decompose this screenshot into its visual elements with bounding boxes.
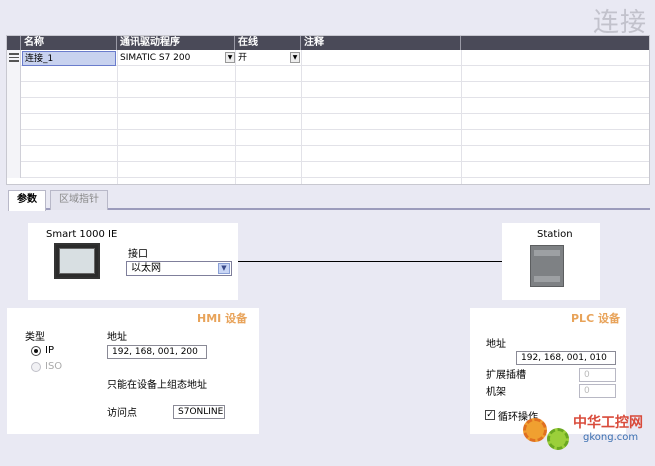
hmi-address-label: 地址 [107,332,127,343]
row-selector-icon [9,53,19,62]
type-iso-radio[interactable] [31,362,41,372]
watermark-en-text: gkong.com [583,432,639,443]
online-cell[interactable]: 开 [236,51,288,66]
header-driver[interactable]: 通讯驱动程序 [117,36,235,50]
header-online[interactable]: 在线 [235,36,301,50]
comment-cell[interactable] [302,51,460,66]
online-dropdown-icon[interactable]: ▼ [290,52,300,63]
plc-panel-title: PLC 设备 [571,312,620,325]
table-row[interactable] [7,162,649,178]
header-name[interactable]: 名称 [21,36,117,50]
header-comment[interactable]: 注释 [301,36,461,50]
type-label: 类型 [25,332,45,343]
watermark-logo: 中华工控网 gkong.com [521,408,653,460]
plc-address-field[interactable]: 192, 168, 001, 010 [516,351,616,365]
row-header[interactable] [7,50,21,66]
watermark-cn-text: 中华工控网 [573,415,643,431]
access-point-label: 访问点 [107,408,137,419]
interface-select[interactable]: 以太网 ▼ [126,261,232,276]
rack-field[interactable]: 0 [579,384,616,398]
type-ip-radio[interactable] [31,346,41,356]
rack-label: 机架 [486,387,506,398]
table-row[interactable] [7,66,649,82]
hmi-address-field[interactable]: 192, 168, 001, 200 [107,345,207,359]
hmi-device-name: Smart 1000 IE [46,229,118,240]
table-row[interactable]: 连接_1 SIMATIC S7 200 ▼ 开 ▼ [7,50,649,66]
connections-table: 名称 通讯驱动程序 在线 注释 连接_1 SIMATIC S7 200 ▼ 开 … [6,35,650,185]
hmi-address-note: 只能在设备上组态地址 [107,380,207,391]
plc-address-label: 地址 [486,339,506,350]
ext-slot-label: 扩展插槽 [486,370,526,381]
hmi-panel-icon [54,243,100,279]
plc-station-card: Station [502,223,600,300]
gear-icon [547,428,569,450]
cyclic-operation-checkbox[interactable]: ✓ [485,410,495,420]
interface-value: 以太网 [131,263,161,274]
hmi-device-card: Smart 1000 IE 接口 以太网 ▼ [28,223,238,300]
connection-line [238,261,502,262]
driver-cell[interactable]: SIMATIC S7 200 [118,51,224,66]
table-row[interactable] [7,82,649,98]
access-point-field[interactable]: S7ONLINE [173,405,225,419]
station-label: Station [537,229,573,240]
connection-name-cell[interactable]: 连接_1 [22,51,116,66]
table-row[interactable] [7,130,649,146]
hmi-settings-panel: HMI 设备 类型 IP ISO 地址 192, 168, 001, 200 只… [7,308,259,434]
tab-area-pointer[interactable]: 区域指针 [50,190,108,210]
gear-icon [523,418,547,442]
type-ip-label: IP [45,345,54,356]
table-header: 名称 通讯驱动程序 在线 注释 [7,36,649,50]
plc-icon [530,245,564,287]
hmi-panel-title: HMI 设备 [197,312,248,325]
page-title: 连接 [592,8,647,38]
chevron-down-icon[interactable]: ▼ [218,263,230,274]
table-row[interactable] [7,146,649,162]
tab-bar: 参数 区域指针 [8,190,650,211]
tab-parameters[interactable]: 参数 [8,190,46,211]
table-row[interactable] [7,98,649,114]
table-row[interactable] [7,114,649,130]
interface-label: 接口 [128,249,148,260]
ext-slot-field[interactable]: 0 [579,368,616,382]
driver-dropdown-icon[interactable]: ▼ [225,52,235,63]
header-corner [7,36,21,50]
type-iso-label: ISO [45,361,63,372]
